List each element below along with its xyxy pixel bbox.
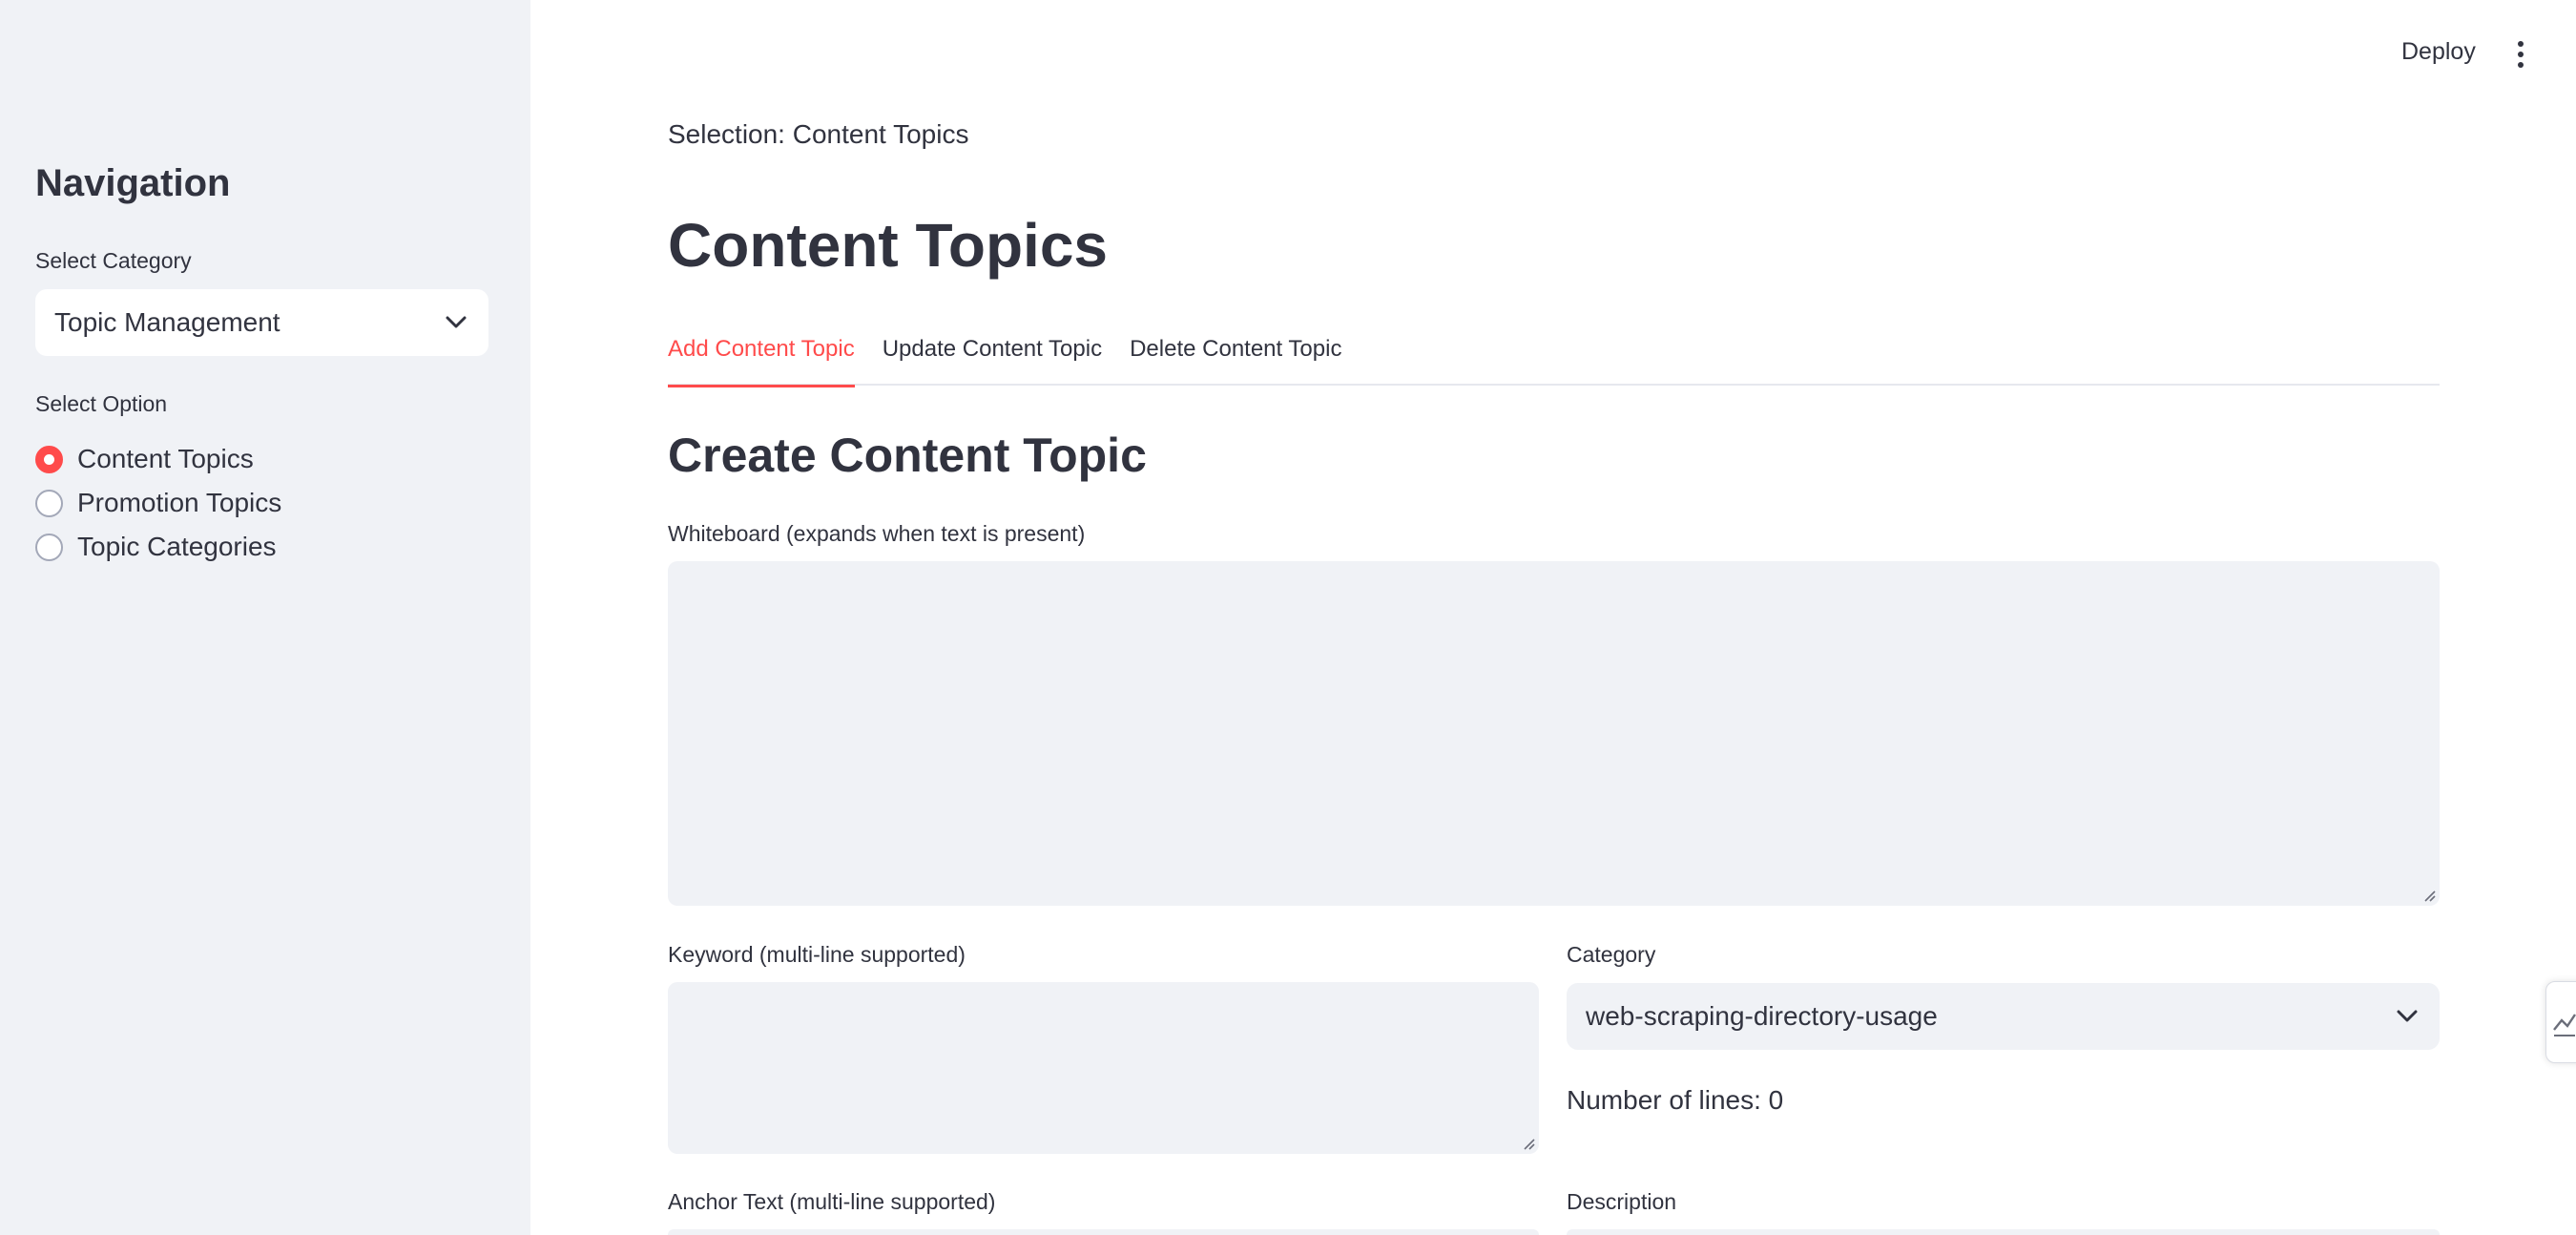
tab-bar: Add Content Topic Update Content Topic D…	[668, 332, 2440, 387]
tab-add-content-topic[interactable]: Add Content Topic	[668, 332, 855, 387]
side-widget-tab[interactable]	[2545, 981, 2576, 1063]
category-select-value: Topic Management	[54, 307, 280, 337]
radio-promotion-topics[interactable]: Promotion Topics	[35, 481, 281, 525]
anchor-text-textarea[interactable]	[668, 1229, 1539, 1235]
whiteboard-textarea[interactable]	[668, 561, 2440, 906]
tab-update-content-topic[interactable]: Update Content Topic	[883, 332, 1102, 386]
sidebar: Navigation Select Category Topic Managem…	[0, 0, 530, 1235]
resize-handle-icon[interactable]	[2420, 887, 2436, 902]
select-option-label: Select Option	[35, 391, 168, 416]
select-category-label: Select Category	[35, 248, 192, 273]
radio-unselected-icon[interactable]	[35, 533, 63, 561]
option-radio-group: Content Topics Promotion Topics Topic Ca…	[35, 437, 281, 569]
keyword-label: Keyword (multi-line supported)	[668, 942, 966, 967]
radio-label: Promotion Topics	[77, 488, 282, 517]
tab-delete-content-topic[interactable]: Delete Content Topic	[1130, 332, 1341, 386]
chevron-down-icon	[443, 309, 469, 336]
category-field-label: Category	[1567, 942, 1656, 967]
topic-category-value: web-scraping-directory-usage	[1586, 1001, 1938, 1031]
anchor-text-label: Anchor Text (multi-line supported)	[668, 1189, 996, 1214]
radio-label: Topic Categories	[77, 532, 277, 561]
radio-label: Content Topics	[77, 444, 254, 473]
resize-handle-icon[interactable]	[1520, 1135, 1535, 1150]
radio-topic-categories[interactable]: Topic Categories	[35, 525, 281, 569]
chart-icon	[2553, 1014, 2576, 1036]
description-label: Description	[1567, 1189, 1677, 1214]
radio-selected-icon[interactable]	[35, 445, 63, 473]
category-select[interactable]: Topic Management	[35, 289, 488, 356]
line-count-text: Number of lines: 0	[1567, 1085, 1784, 1115]
kebab-menu-icon[interactable]	[2509, 38, 2532, 71]
topic-category-select[interactable]: web-scraping-directory-usage	[1567, 983, 2440, 1050]
radio-unselected-icon[interactable]	[35, 489, 63, 517]
section-title: Create Content Topic	[668, 429, 1147, 482]
description-textarea[interactable]	[1567, 1229, 2440, 1235]
radio-content-topics[interactable]: Content Topics	[35, 437, 281, 481]
whiteboard-label: Whiteboard (expands when text is present…	[668, 521, 1086, 546]
chevron-down-icon	[2394, 1003, 2420, 1030]
page-title: Content Topics	[668, 211, 1108, 280]
keyword-textarea[interactable]	[668, 982, 1539, 1154]
selection-text: Selection: Content Topics	[668, 119, 969, 149]
deploy-button[interactable]: Deploy	[2401, 38, 2476, 66]
sidebar-title: Navigation	[35, 162, 231, 204]
